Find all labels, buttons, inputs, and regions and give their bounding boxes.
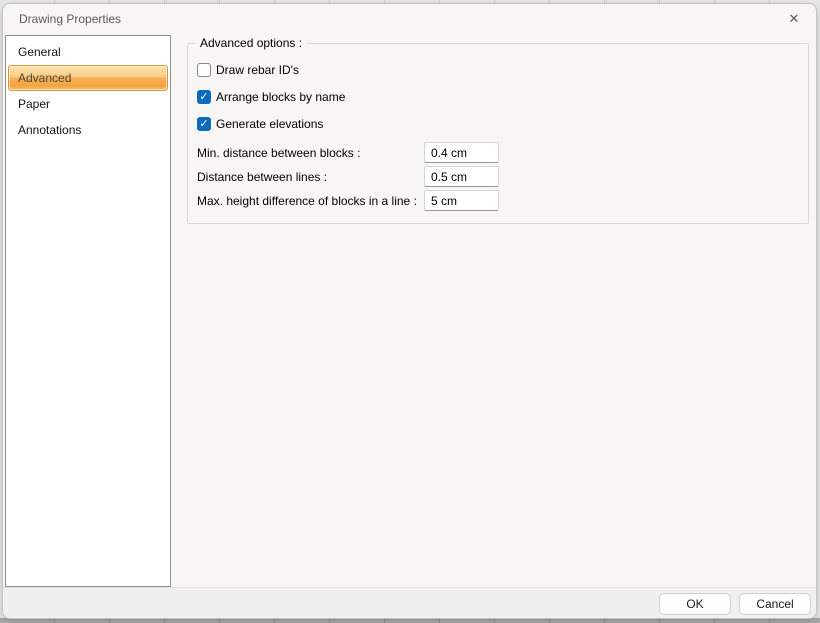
field-row-max-height-diff: Max. height difference of blocks in a li…	[197, 190, 499, 211]
field-label: Distance between lines :	[197, 169, 328, 184]
field-row-distance-lines: Distance between lines :	[197, 166, 499, 187]
checkbox-arrange-blocks[interactable]: ✓	[197, 90, 211, 104]
field-label: Max. height difference of blocks in a li…	[197, 193, 417, 208]
checkmark-icon: ✓	[199, 118, 209, 130]
checkbox-generate-elevations[interactable]: ✓	[197, 117, 211, 131]
min-distance-input[interactable]	[424, 142, 499, 163]
sidebar-item-advanced[interactable]: Advanced	[8, 65, 168, 91]
sidebar-item-annotations[interactable]: Annotations	[8, 117, 168, 143]
checkbox-label: Arrange blocks by name	[216, 90, 346, 104]
dialog-title: Drawing Properties	[19, 12, 122, 26]
checkbox-label: Draw rebar ID's	[216, 63, 299, 77]
sidebar-item-label: General	[18, 45, 61, 59]
close-icon[interactable]: ✕	[784, 10, 804, 28]
checkbox-row-generate-elevations[interactable]: ✓ Generate elevations	[197, 116, 323, 132]
dialog-footer: OK Cancel	[3, 587, 816, 618]
sidebar-item-label: Paper	[18, 97, 51, 111]
group-title: Advanced options :	[195, 36, 308, 50]
sidebar-item-general[interactable]: General	[8, 39, 168, 65]
checkbox-label: Generate elevations	[216, 117, 324, 131]
distance-between-lines-input[interactable]	[424, 166, 499, 187]
cancel-button[interactable]: Cancel	[739, 593, 811, 615]
category-list: General Advanced Paper Annotations	[5, 35, 171, 587]
checkbox-row-draw-rebar-ids[interactable]: Draw rebar ID's	[197, 62, 299, 78]
sidebar-item-label: Advanced	[18, 71, 72, 85]
field-label: Min. distance between blocks :	[197, 145, 361, 160]
max-height-difference-input[interactable]	[424, 190, 499, 211]
dialog-titlebar[interactable]: Drawing Properties ✕	[3, 4, 816, 34]
checkbox-draw-rebar-ids[interactable]	[197, 63, 211, 77]
advanced-options-group: Advanced options : Draw rebar ID's ✓ Arr…	[187, 36, 809, 224]
checkbox-row-arrange-blocks[interactable]: ✓ Arrange blocks by name	[197, 89, 345, 105]
ok-button[interactable]: OK	[659, 593, 731, 615]
drawing-properties-dialog: Drawing Properties ✕ General Advanced Pa…	[2, 3, 817, 619]
sidebar-item-label: Annotations	[18, 123, 82, 137]
field-row-min-distance: Min. distance between blocks :	[197, 142, 499, 163]
sidebar-item-paper[interactable]: Paper	[8, 91, 168, 117]
checkmark-icon: ✓	[199, 91, 209, 103]
